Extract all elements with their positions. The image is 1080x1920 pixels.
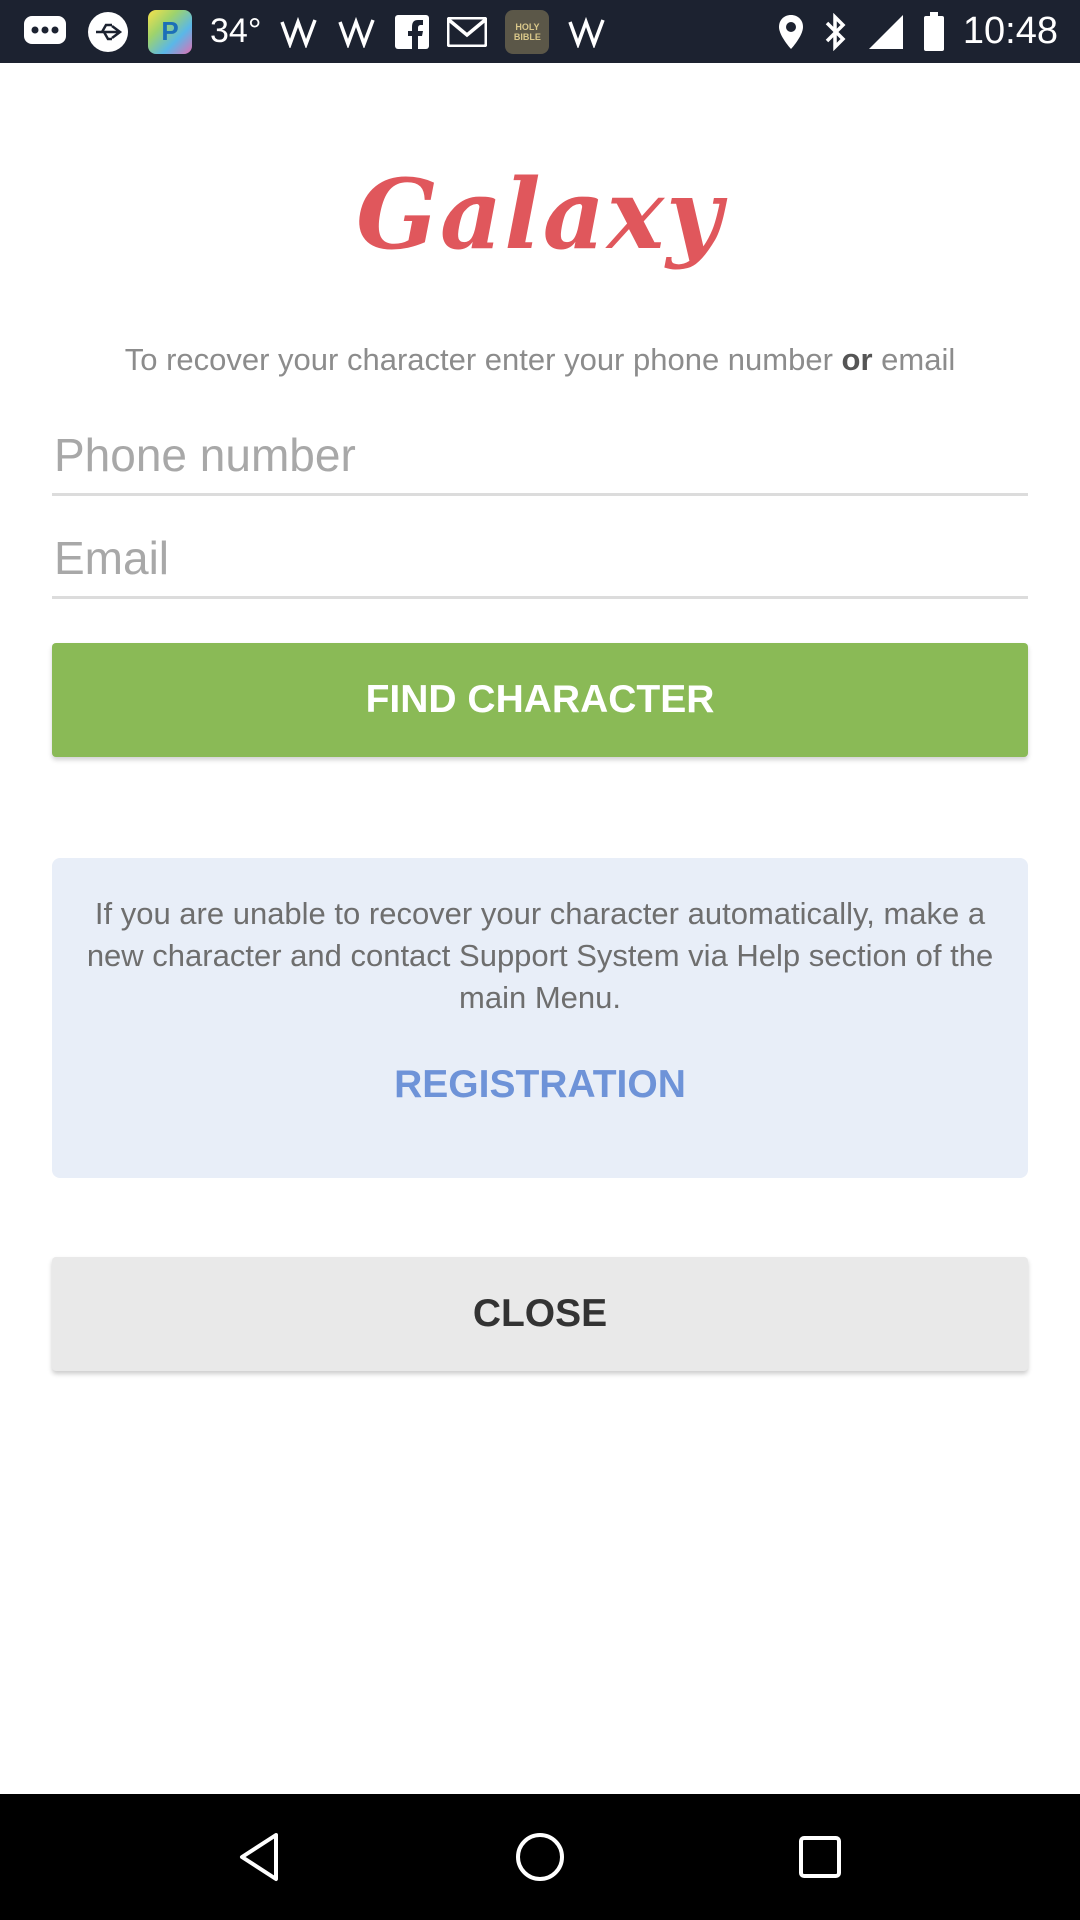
instruction-text-pre: To recover your character enter your pho… bbox=[124, 342, 833, 377]
recover-character-screen: Galaxy To recover your character enter y… bbox=[0, 63, 1080, 1794]
status-left: P 34° HOLY BIBLE bbox=[22, 0, 607, 63]
status-bar: P 34° HOLY BIBLE 10:48 bbox=[0, 0, 1080, 63]
chat-icon bbox=[22, 12, 68, 52]
close-button[interactable]: CLOSE bbox=[52, 1257, 1028, 1371]
back-icon[interactable] bbox=[215, 1812, 305, 1902]
pandora-app-icon: P bbox=[148, 9, 192, 54]
signal-w-icon bbox=[279, 12, 319, 52]
usb-icon bbox=[86, 11, 130, 52]
navigation-bar bbox=[0, 1794, 1080, 1920]
instruction-text-or: or bbox=[841, 342, 873, 377]
manual-recovery-text: If you are unable to recover your charac… bbox=[86, 896, 994, 1015]
location-icon bbox=[777, 12, 805, 52]
signal-w-icon bbox=[337, 12, 377, 52]
gmail-icon bbox=[447, 12, 488, 52]
email-input[interactable] bbox=[52, 519, 1028, 599]
clock: 10:48 bbox=[962, 10, 1058, 52]
holy-bible-app-icon: HOLY BIBLE bbox=[505, 9, 550, 54]
status-right: 10:48 bbox=[777, 0, 1058, 63]
instruction-text: To recover your character enter your pho… bbox=[0, 342, 1080, 378]
registration-link[interactable]: REGISTRATION bbox=[52, 1063, 1028, 1107]
galaxy-logo: Galaxy bbox=[356, 158, 724, 271]
phone-number-input[interactable] bbox=[52, 416, 1028, 496]
facebook-icon bbox=[395, 12, 430, 52]
find-character-button[interactable]: FIND CHARACTER bbox=[52, 643, 1028, 757]
battery-icon bbox=[923, 11, 945, 52]
temperature-text: 34° bbox=[210, 12, 262, 50]
instruction-text-post: email bbox=[881, 342, 956, 377]
signal-w-icon bbox=[567, 12, 607, 52]
cellular-signal-icon bbox=[867, 12, 905, 52]
bluetooth-icon bbox=[823, 12, 849, 52]
recents-icon[interactable] bbox=[775, 1812, 865, 1902]
home-icon[interactable] bbox=[495, 1812, 585, 1902]
manual-recovery-info-box: If you are unable to recover your charac… bbox=[52, 858, 1028, 1178]
